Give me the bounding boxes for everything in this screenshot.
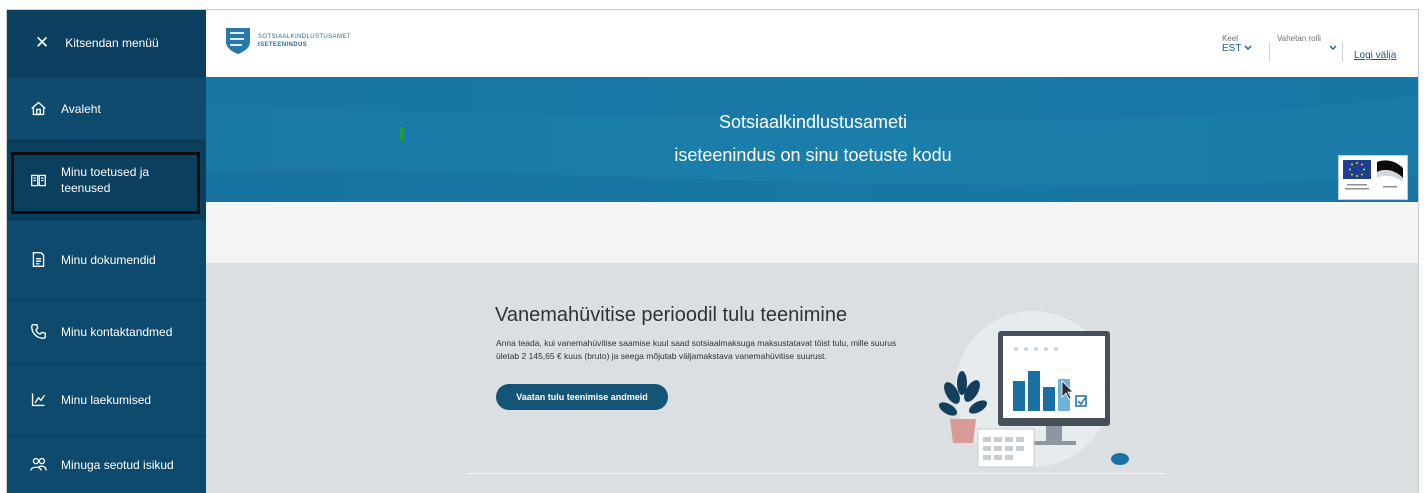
eu-funding-logo bbox=[1338, 155, 1408, 200]
sidebar-item-label: Minuga seotud isikud bbox=[61, 457, 174, 472]
chevron-down-icon bbox=[1244, 43, 1252, 54]
top-header: Sotsiaalkindlustusamet iseteenindus Keel… bbox=[206, 10, 1418, 77]
hero-title-line1: Sotsiaalkindlustusameti bbox=[718, 112, 908, 132]
main-content: Vanemahüvitise perioodil tulu teenimine … bbox=[206, 263, 1418, 493]
role-label: Vahetan rolli bbox=[1277, 34, 1321, 43]
logout-link[interactable]: Logi välja bbox=[1354, 50, 1396, 61]
hero-title-line2: iseteenindus on sinu toetuste kodu bbox=[674, 145, 952, 165]
close-icon: ✕ bbox=[35, 33, 50, 52]
view-income-data-button[interactable]: Vaatan tulu teenimise andmeid bbox=[496, 384, 668, 410]
sidebar-item-home[interactable]: Avaleht bbox=[7, 77, 206, 141]
receipt-icon bbox=[29, 391, 47, 409]
hero-wave-decoration bbox=[206, 77, 1418, 202]
chevron-down-icon bbox=[1329, 43, 1337, 54]
phone-icon bbox=[29, 323, 47, 341]
content-band bbox=[206, 202, 1418, 263]
home-icon bbox=[29, 100, 47, 118]
sidebar-item-label: Minu toetused ja teenused bbox=[61, 165, 150, 195]
language-value: EST bbox=[1222, 43, 1242, 54]
sidebar-item-label: Minu laekumised bbox=[61, 392, 152, 407]
hero-banner: Sotsiaalkindlustusameti iseteenindus on … bbox=[206, 77, 1418, 202]
sidebar-item-documents[interactable]: Minu dokumendid bbox=[7, 220, 206, 300]
sidebar-item-contacts[interactable]: Minu kontaktandmed bbox=[7, 300, 206, 364]
logo[interactable]: Sotsiaalkindlustusamet iseteenindus bbox=[224, 26, 351, 56]
sidebar-item-benefits[interactable]: Minu toetused ja teenused bbox=[7, 141, 206, 220]
app-window: ✕ Kitsendan menüü Avaleht Minu toetused … bbox=[6, 9, 1419, 493]
divider bbox=[1342, 42, 1343, 62]
sidebar-item-label: Minu dokumendid bbox=[61, 252, 156, 267]
sidebar-item-related-persons[interactable]: Minuga seotud isikud bbox=[7, 436, 206, 493]
language-label: Keel bbox=[1222, 34, 1239, 43]
divider bbox=[1269, 42, 1270, 62]
language-selector[interactable]: Keel EST bbox=[1222, 34, 1252, 54]
book-icon bbox=[29, 171, 47, 189]
coat-of-arms-icon bbox=[226, 28, 250, 54]
sidebar: ✕ Kitsendan menüü Avaleht Minu toetused … bbox=[7, 10, 206, 493]
illustration bbox=[938, 311, 1129, 468]
sidebar-item-payments[interactable]: Minu laekumised bbox=[7, 364, 206, 436]
logo-text-line1: Sotsiaalkindlustusamet bbox=[258, 34, 351, 40]
sidebar-item-label: Avaleht bbox=[61, 101, 101, 116]
divider bbox=[467, 473, 1165, 474]
people-icon bbox=[29, 456, 47, 474]
sidebar-item-label: Minu kontaktandmed bbox=[61, 324, 173, 339]
collapse-menu-button[interactable]: ✕ Kitsendan menüü bbox=[7, 10, 206, 77]
card-title: Vanemahüvitise perioodil tulu teenimine bbox=[495, 304, 848, 326]
role-selector[interactable]: Vahetan rolli bbox=[1277, 34, 1337, 54]
logo-text-line2: iseteenindus bbox=[258, 42, 308, 48]
collapse-menu-label: Kitsendan menüü bbox=[65, 36, 159, 50]
document-icon bbox=[29, 251, 47, 269]
card-description: Anna teada, kui vanemahüvitise saamise k… bbox=[496, 338, 897, 361]
logo-text: Sotsiaalkindlustusamet iseteenindus bbox=[258, 33, 351, 49]
